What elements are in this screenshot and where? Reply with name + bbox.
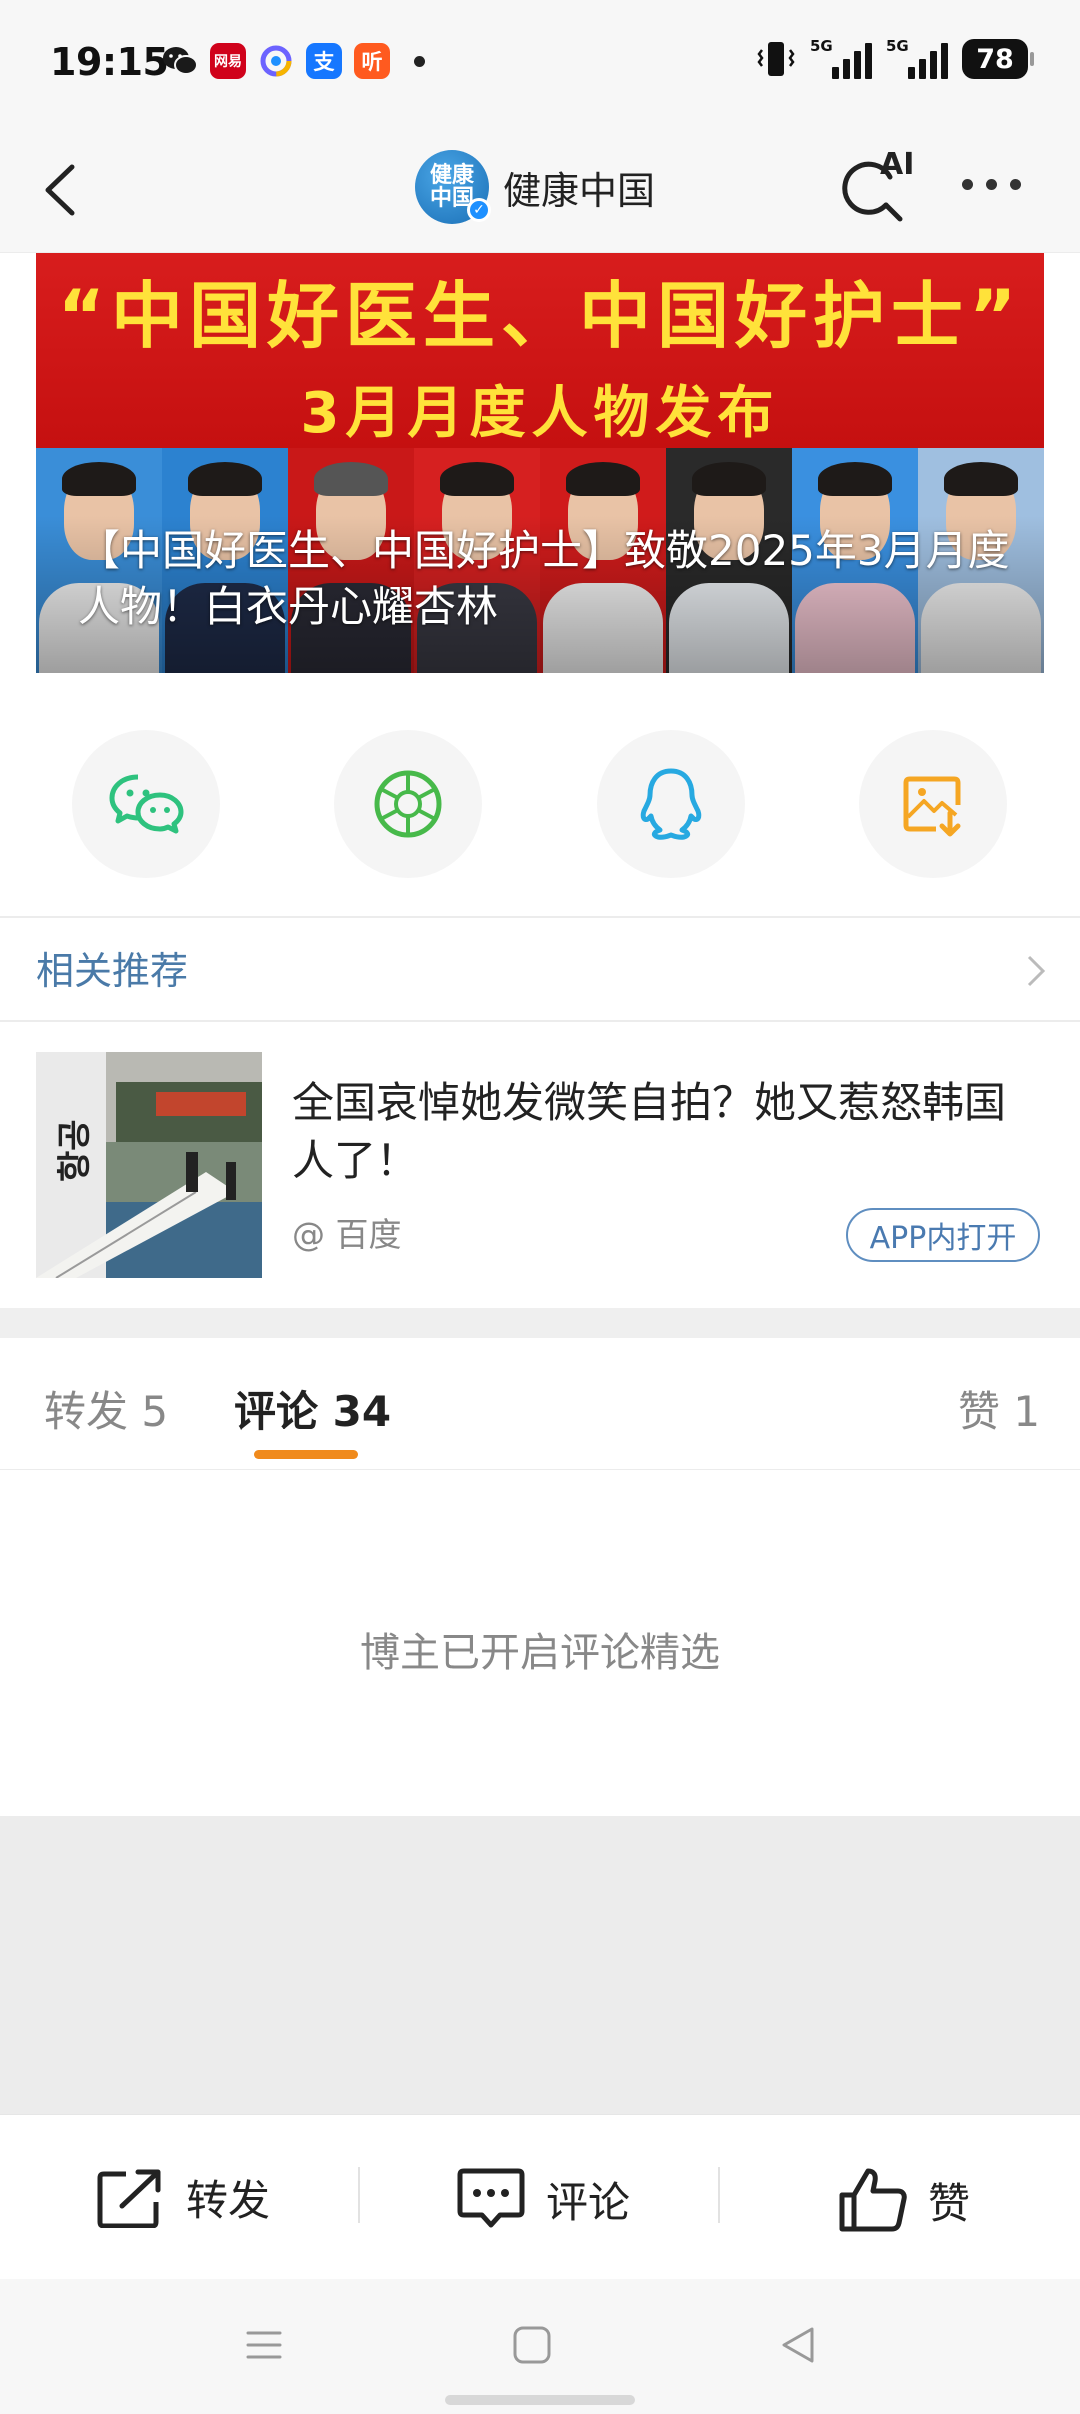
system-navigation-bar xyxy=(0,2279,1080,2414)
home-indicator[interactable] xyxy=(445,2395,635,2405)
verified-badge-icon: ✓ xyxy=(467,198,491,222)
more-dot-icon xyxy=(962,179,973,190)
listen-app-icon: 听 xyxy=(354,43,390,79)
empty-area xyxy=(0,1816,1080,2114)
wechat-icon xyxy=(162,43,198,79)
repost-button[interactable]: 转发 xyxy=(96,2167,270,2228)
account-header[interactable]: 健康中国 ✓ 健康中国 xyxy=(415,150,655,224)
moments-share-icon xyxy=(374,770,442,838)
save-image-button[interactable] xyxy=(859,730,1007,878)
qq-share-icon xyxy=(640,768,702,840)
back-button[interactable] xyxy=(34,153,94,225)
ai-search-button[interactable]: AI xyxy=(838,147,918,229)
status-time: 19:15 xyxy=(50,40,169,84)
comment-icon xyxy=(457,2168,525,2228)
repost-label: 转发 xyxy=(186,2176,271,2225)
share-moments-button[interactable] xyxy=(334,730,482,878)
system-back-button[interactable] xyxy=(776,2323,820,2371)
notification-icons: 网易 支 听 xyxy=(162,43,425,79)
top-nav-bar: 健康中国 ✓ 健康中国 AI xyxy=(0,125,1080,253)
vibrate-icon xyxy=(757,42,795,76)
engagement-tabs: 转发 5 评论 34 赞 1 xyxy=(0,1338,1080,1470)
comments-curated-notice: 博主已开启评论精选 xyxy=(360,1630,720,1676)
comment-button[interactable]: 评论 xyxy=(456,2167,630,2231)
battery-indicator: 78 xyxy=(962,39,1034,79)
share-options xyxy=(0,730,1080,880)
home-button[interactable] xyxy=(510,2323,554,2371)
share-qq-button[interactable] xyxy=(597,730,745,878)
chevron-right-icon[interactable] xyxy=(1026,954,1046,988)
divider xyxy=(0,916,1080,918)
banner-line-2: 3月月度人物发布 xyxy=(300,381,780,446)
status-bar: 19:15 网易 支 听 5G 5G 78 xyxy=(0,0,1080,125)
page-title: 健康中国 xyxy=(503,168,656,213)
banner-headline-area: “中国好医生、中国好护士” 3月月度人物发布 xyxy=(36,253,1044,448)
like-label: 赞 xyxy=(928,2178,971,2228)
like-button[interactable]: 赞 xyxy=(838,2167,970,2233)
more-options-button[interactable] xyxy=(962,179,1021,190)
home-square-icon xyxy=(513,2326,551,2364)
banner-caption: 【中国好医生、中国好护士】致敬2025年3月月度人物！白衣丹心耀杏林 xyxy=(78,526,1010,631)
ai-label: AI xyxy=(880,147,915,182)
recent-apps-button[interactable] xyxy=(242,2323,286,2371)
banner-line-1: “中国好医生、中国好护士” xyxy=(57,274,1023,358)
tab-comments[interactable]: 评论 34 xyxy=(234,1378,391,1439)
active-tab-indicator xyxy=(254,1450,358,1459)
menu-icon xyxy=(246,2331,282,2359)
avatar[interactable]: 健康中国 ✓ xyxy=(415,150,491,224)
netease-news-icon: 网易 xyxy=(210,43,246,79)
tab-reposts[interactable]: 转发 5 xyxy=(44,1378,168,1439)
tab-likes[interactable]: 赞 1 xyxy=(958,1378,1040,1439)
alipay-icon: 支 xyxy=(306,43,342,79)
recommendation-thumbnail[interactable]: 항공 xyxy=(36,1052,262,1278)
recommendation-source: @ 百度 xyxy=(292,1215,402,1254)
signal-strength-1: 5G xyxy=(810,37,872,79)
thumbs-up-icon xyxy=(839,2168,907,2232)
signal-strength-2: 5G xyxy=(886,37,948,79)
quark-icon xyxy=(258,43,294,79)
save-image-icon xyxy=(903,776,961,837)
more-notifications-dot xyxy=(414,55,425,67)
divider xyxy=(0,1020,1080,1022)
open-in-app-button[interactable]: APP内打开 xyxy=(846,1208,1040,1262)
svg-text:항공: 항공 xyxy=(55,1119,95,1182)
wechat-share-icon xyxy=(109,774,184,834)
chevron-left-icon xyxy=(45,164,75,216)
back-triangle-icon xyxy=(782,2327,814,2363)
share-wechat-button[interactable] xyxy=(72,730,220,878)
bottom-action-bar: 转发 评论 赞 xyxy=(0,2114,1080,2279)
repost-icon xyxy=(97,2169,161,2228)
section-separator xyxy=(0,1308,1080,1338)
related-recommendations-heading[interactable]: 相关推荐 xyxy=(36,940,188,995)
comment-label: 评论 xyxy=(546,2177,631,2227)
article-banner[interactable]: “中国好医生、中国好护士” 3月月度人物发布 【中国好医生、中国好护士】致敬20… xyxy=(36,253,1044,673)
recommendation-title[interactable]: 全国哀悼她发微笑自拍？她又惹怒韩国人了！ xyxy=(292,1074,1042,1190)
